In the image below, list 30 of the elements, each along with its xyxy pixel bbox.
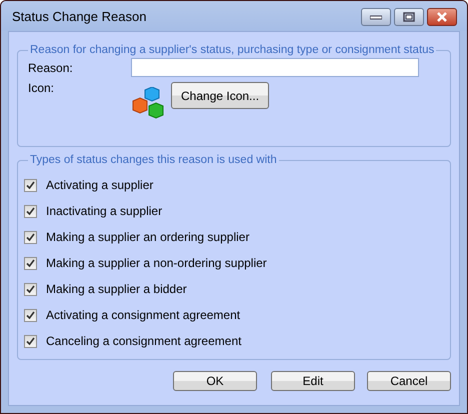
checkbox-label: Making a supplier an ordering supplier: [46, 230, 250, 244]
checkbox[interactable]: [24, 204, 37, 218]
checkbox[interactable]: [24, 178, 37, 192]
field-label: Reason:: [28, 60, 74, 74]
checkbox[interactable]: [24, 334, 37, 348]
close-button[interactable]: [427, 8, 457, 26]
checkbox-label: Making a supplier a bidder: [46, 282, 187, 296]
reason-field[interactable]: [131, 58, 419, 77]
checkbox[interactable]: [24, 308, 37, 322]
dialog-button[interactable]: OK: [173, 371, 257, 391]
window-title: Status Change Reason: [12, 8, 146, 24]
maximize-button[interactable]: [394, 8, 424, 26]
field-label: Icon:: [28, 81, 56, 95]
checkbox-label: Inactivating a supplier: [46, 204, 162, 218]
close-icon: [436, 12, 448, 22]
maximize-icon: [403, 12, 415, 22]
group-legend: Reason for changing a supplier's status, purchasing type or consignment status: [28, 44, 436, 56]
group-legend: Types of status changes this reason is used with: [28, 154, 279, 166]
checkbox[interactable]: [24, 282, 37, 296]
checkbox-label: Activating a consignment agreement: [46, 308, 240, 322]
dialog-button[interactable]: Cancel: [367, 371, 451, 391]
minimize-button[interactable]: [361, 8, 391, 26]
checkbox-label: Canceling a consignment agreement: [46, 334, 242, 348]
checkbox-label: Activating a supplier: [46, 178, 154, 192]
dialog-button[interactable]: Edit: [271, 371, 355, 391]
checkbox[interactable]: [24, 230, 37, 244]
change-icon-button[interactable]: Change Icon...: [171, 82, 270, 109]
checkbox-label: Making a supplier a non-ordering supplier: [46, 256, 267, 270]
checkbox[interactable]: [24, 256, 37, 270]
minimize-icon: [370, 14, 382, 20]
